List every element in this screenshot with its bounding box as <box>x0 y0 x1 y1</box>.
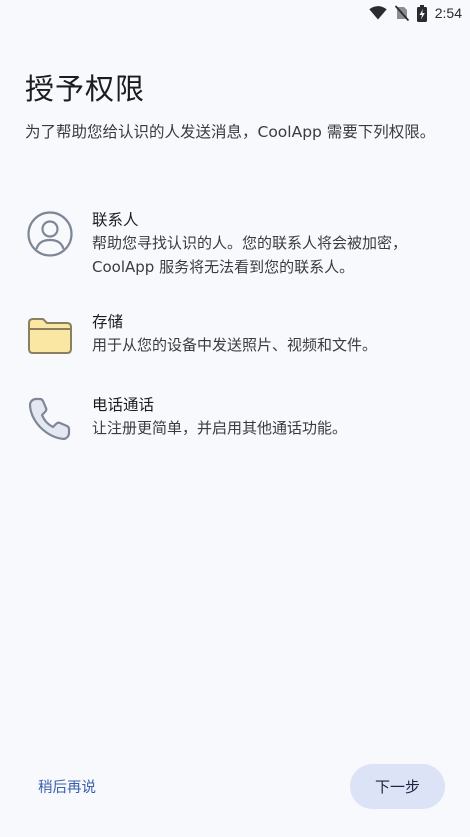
page-title: 授予权限 <box>25 72 146 106</box>
status-bar: 2:54 <box>0 0 470 26</box>
permission-title: 存储 <box>92 313 124 331</box>
status-time: 2:54 <box>434 5 462 21</box>
permission-description: 用于从您的设备中发送照片、视频和文件。 <box>92 336 378 354</box>
next-button[interactable]: 下一步 <box>350 764 445 809</box>
permission-description: 让注册更简单，并启用其他通话功能。 <box>92 419 348 437</box>
phone-icon <box>25 394 75 444</box>
permission-title: 电话通话 <box>92 396 155 414</box>
permission-item-storage: 存储 用于从您的设备中发送照片、视频和文件。 <box>25 311 445 361</box>
folder-icon <box>25 311 75 361</box>
permission-item-phone: 电话通话 让注册更简单，并启用其他通话功能。 <box>25 394 445 444</box>
wifi-icon <box>369 6 387 20</box>
later-button[interactable]: 稍后再说 <box>38 776 96 797</box>
battery-charging-icon <box>416 4 427 22</box>
permission-description: 帮助您寻找认识的人。您的联系人将会被加密，CoolApp 服务将无法看到您的联系… <box>92 234 408 276</box>
no-sim-icon <box>394 5 409 21</box>
permission-title: 联系人 <box>92 211 139 229</box>
page-subtitle: 为了帮助您给认识的人发送消息，CoolApp 需要下列权限。 <box>25 123 436 141</box>
permission-item-contacts: 联系人 帮助您寻找认识的人。您的联系人将会被加密，CoolApp 服务将无法看到… <box>25 209 445 279</box>
contact-icon <box>25 209 75 259</box>
